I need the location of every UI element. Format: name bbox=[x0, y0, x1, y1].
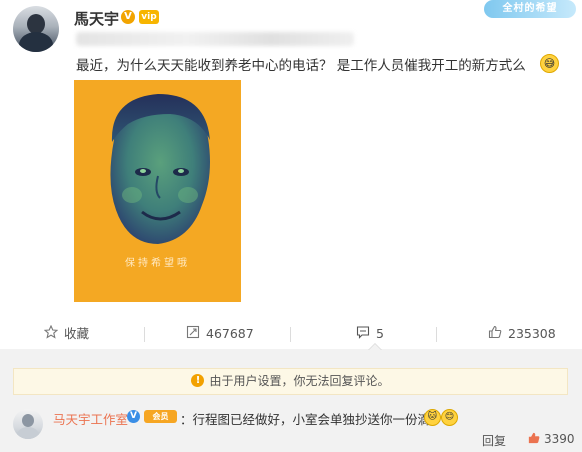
cat-face-icon: 🐱 bbox=[424, 409, 441, 426]
author-avatar[interactable] bbox=[13, 6, 59, 52]
post-text: 最近，为什么天天能收到养老中心的电话？ 是工作人员催我开工的新方式么 bbox=[76, 58, 526, 74]
favorite-button[interactable]: 收藏 bbox=[43, 319, 90, 350]
thumbs-up-icon bbox=[488, 320, 502, 350]
blurred-meta bbox=[76, 32, 354, 46]
star-icon bbox=[43, 320, 59, 350]
favorite-label: 收藏 bbox=[64, 326, 90, 341]
like-button[interactable]: 235308 bbox=[488, 319, 556, 349]
comment-count: 5 bbox=[376, 326, 384, 341]
post-image[interactable]: 保持希望哦 bbox=[74, 80, 241, 302]
reply-button[interactable]: 回复 bbox=[482, 432, 506, 449]
author-name[interactable]: 馬天宇 bbox=[74, 8, 119, 29]
verified-badge-icon: V bbox=[127, 410, 140, 423]
verified-badge-icon: V bbox=[121, 10, 135, 24]
watermark: 全村的希望 bbox=[484, 0, 576, 18]
grin-sweat-icon: 😅 bbox=[540, 54, 559, 73]
notice-text: 由于用户设置，你无法回复评论。 bbox=[209, 374, 390, 388]
comment-author[interactable]: 马天宇工作室 bbox=[53, 409, 128, 428]
member-badge-icon: 会员 bbox=[144, 410, 177, 423]
comment-like-button[interactable]: 3390 bbox=[528, 432, 575, 447]
repost-count: 467687 bbox=[206, 326, 254, 341]
blush-face-icon: 😊 bbox=[441, 409, 458, 426]
repost-icon bbox=[186, 320, 200, 350]
reply-disabled-notice: ! 由于用户设置，你无法回复评论。 bbox=[13, 368, 568, 395]
like-count: 235308 bbox=[508, 326, 556, 341]
warning-icon: ! bbox=[191, 374, 205, 387]
image-caption: 保持希望哦 bbox=[125, 258, 190, 269]
repost-button[interactable]: 467687 bbox=[186, 319, 254, 349]
vip-badge-icon: vip bbox=[139, 10, 159, 24]
comment-like-count: 3390 bbox=[544, 432, 575, 446]
thumbs-up-icon bbox=[528, 432, 540, 447]
comment-avatar[interactable] bbox=[13, 409, 43, 439]
action-bar: 收藏 467687 5 235308 bbox=[0, 319, 582, 349]
comment-text: ：行程图已经做好，小室会单独抄送你一份滴 bbox=[180, 412, 431, 427]
